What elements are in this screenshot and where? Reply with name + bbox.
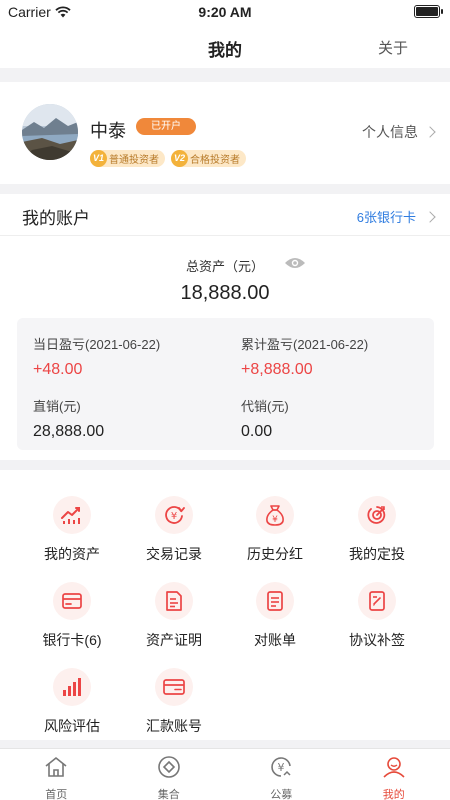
status-bar: Carrier 9:20 AM: [0, 0, 450, 24]
svg-text:¥: ¥: [171, 511, 177, 522]
chevron-right-icon: [424, 210, 436, 223]
avatar[interactable]: [22, 104, 78, 160]
user-name: 中泰: [90, 121, 126, 141]
feature-label: 汇款账号: [146, 718, 202, 734]
tab-bar: 首页 集合 ¥ 公募 我的: [0, 748, 450, 800]
money-bag-icon: ¥: [256, 496, 294, 534]
total-assets-value: 18,888.00: [180, 282, 270, 304]
diamond-circle-icon: [157, 756, 180, 778]
bank-cards-link[interactable]: 6张银行卡: [356, 207, 436, 226]
daily-pnl-value: +48.00: [33, 361, 83, 378]
direct-sales: 直销(元) 28,888.00: [33, 396, 104, 441]
investor-badge-label: 合格投资者: [190, 155, 240, 166]
chart-icon: [53, 496, 91, 534]
account-header: 我的账户 6张银行卡: [0, 194, 450, 236]
agency-sales: 代销(元) 0.00: [241, 396, 289, 441]
feature-auto-invest[interactable]: 我的定投: [327, 496, 427, 564]
target-icon: [358, 496, 396, 534]
feature-label: 交易记录: [146, 546, 202, 562]
feature-label: 风险评估: [44, 718, 100, 734]
feature-label: 协议补签: [349, 632, 405, 648]
daily-pnl-label: 当日盈亏(2021-06-22): [33, 337, 161, 352]
tab-public-fund[interactable]: ¥ 公募: [225, 749, 338, 800]
feature-dividends[interactable]: ¥ 历史分红: [225, 496, 325, 564]
svg-text:¥: ¥: [272, 515, 278, 525]
clock: 9:20 AM: [198, 4, 252, 20]
account-status-badge: 已开户: [136, 118, 196, 135]
feature-label: 对账单: [254, 632, 296, 648]
eye-icon[interactable]: [284, 256, 306, 270]
feature-label: 我的资产: [44, 546, 100, 562]
feature-risk-assessment[interactable]: 风险评估: [22, 668, 122, 736]
cumulative-pnl-label: 累计盈亏(2021-06-22): [241, 337, 369, 352]
nav-bar: 我的 关于: [0, 24, 450, 68]
svg-text:¥: ¥: [278, 761, 285, 774]
direct-sales-label: 直销(元): [33, 399, 81, 414]
feature-agreement-sign[interactable]: 协议补签: [327, 582, 427, 650]
feature-bank-cards[interactable]: 银行卡(6): [22, 582, 122, 650]
profile-card[interactable]: 中泰 已开户 V1 普通投资者 V2 合格投资者 个人信息: [0, 82, 450, 184]
tab-collection[interactable]: 集合: [113, 749, 226, 800]
tab-label: 集合: [157, 789, 180, 800]
feature-asset-proof[interactable]: 资产证明: [124, 582, 224, 650]
feature-label: 我的定投: [349, 546, 405, 562]
home-icon: [45, 757, 67, 777]
user-icon: [383, 757, 405, 778]
remit-card-icon: [155, 668, 193, 706]
bank-cards-label: 6张银行卡: [356, 210, 416, 225]
direct-sales-value: 28,888.00: [33, 423, 105, 440]
about-button[interactable]: 关于: [378, 37, 408, 58]
feature-my-assets[interactable]: 我的资产: [22, 496, 122, 564]
feature-label: 历史分红: [247, 546, 303, 562]
yen-refresh-icon: ¥: [155, 496, 193, 534]
investor-badge-label: 普通投资者: [109, 155, 159, 166]
feature-label: 资产证明: [146, 632, 202, 648]
agency-sales-value: 0.00: [241, 423, 273, 440]
feature-transactions[interactable]: ¥ 交易记录: [124, 496, 224, 564]
feature-statement[interactable]: 对账单: [225, 582, 325, 650]
statement-icon: [256, 582, 294, 620]
tab-home[interactable]: 首页: [0, 749, 113, 800]
daily-pnl: 当日盈亏(2021-06-22) +48.00: [33, 334, 160, 379]
personal-info-link[interactable]: 个人信息: [362, 122, 436, 142]
account-title: 我的账户: [22, 209, 90, 228]
fund-icon: ¥: [271, 757, 292, 777]
investor-badge-v1: V1 普通投资者: [90, 150, 165, 167]
v2-level-icon: V2: [171, 150, 188, 167]
feature-remit-account[interactable]: 汇款账号: [124, 668, 224, 736]
agency-sales-label: 代销(元): [241, 399, 289, 414]
chevron-right-icon: [424, 126, 436, 138]
account-card: 我的账户 6张银行卡 总资产（元） 18,888.00 当日盈亏(2021-06…: [0, 194, 450, 460]
tab-label: 我的: [382, 789, 405, 800]
battery-icon: [414, 5, 443, 18]
investor-badge-v2: V2 合格投资者: [171, 150, 246, 167]
cumulative-pnl-value: +8,888.00: [241, 361, 313, 378]
tab-mine[interactable]: 我的: [338, 749, 450, 800]
stats-box: 当日盈亏(2021-06-22) +48.00 累计盈亏(2021-06-22)…: [17, 318, 434, 450]
sign-icon: [358, 582, 396, 620]
features-grid: 我的资产 ¥ 交易记录 ¥ 历史分红 我的定投 银行卡(6) 资产证明 对账单 …: [0, 470, 450, 740]
card-icon: [53, 582, 91, 620]
personal-info-label: 个人信息: [362, 124, 418, 140]
cumulative-pnl: 累计盈亏(2021-06-22) +8,888.00: [241, 334, 368, 379]
document-icon: [155, 582, 193, 620]
v1-level-icon: V1: [90, 150, 107, 167]
bars-icon: [53, 668, 91, 706]
investor-level-badges: V1 普通投资者 V2 合格投资者: [90, 150, 246, 167]
tab-label: 首页: [45, 789, 68, 800]
tab-label: 公募: [270, 789, 293, 800]
total-assets-label: 总资产（元）: [185, 259, 264, 274]
feature-label: 银行卡(6): [42, 632, 102, 648]
